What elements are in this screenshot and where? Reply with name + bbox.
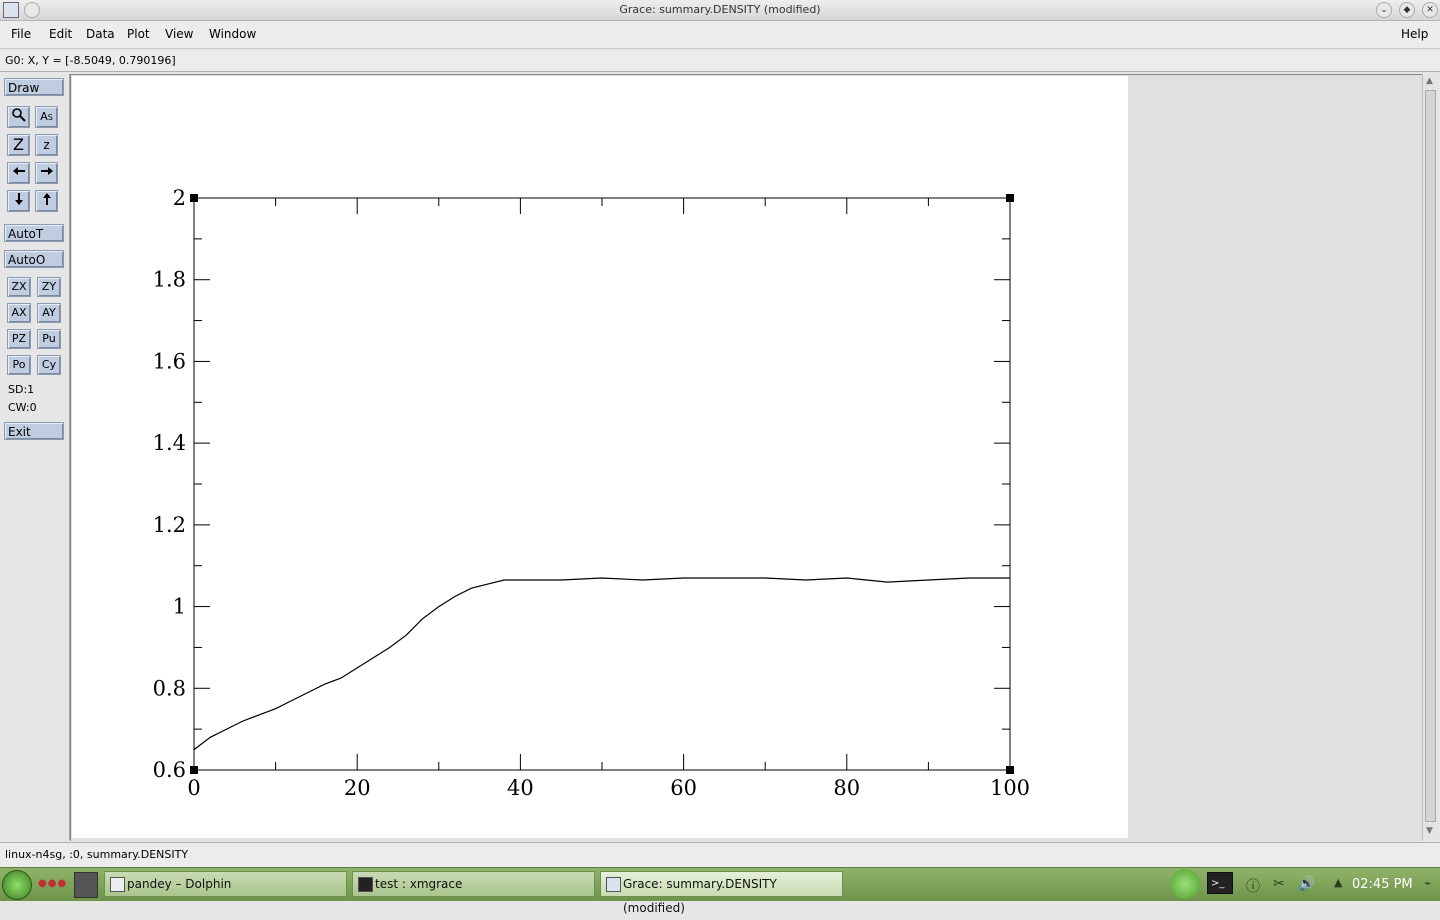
grace-icon [606,877,621,892]
selection-handle [190,194,198,202]
clock: 02:45 PM [1352,877,1413,892]
task-grace[interactable]: Grace: summary.DENSITY (modified) [600,871,843,915]
x-tick-label: 20 [344,776,371,800]
x-tick-label: 100 [990,776,1030,800]
menu-help[interactable]: Help [1401,27,1428,41]
y-tick-label: 0.6 [153,758,186,782]
series-line [193,577,1010,751]
y-tick-label: 1 [173,595,186,619]
y-tick-label: 1.6 [153,349,186,373]
show-desktop-icon[interactable] [74,872,98,898]
tray-expand-icon[interactable]: ▲ [1334,876,1342,889]
selection-handle [190,766,198,774]
volume-icon[interactable]: 🔊 [1298,876,1315,892]
current-world-label: CW:0 [8,401,37,414]
cursor-location: G0: X, Y = [-8.5049, 0.790196] [5,54,176,67]
plot-frame [193,197,1011,771]
maximize-button[interactable]: ◆ [1399,2,1415,18]
window-title: Grace: summary.DENSITY (modified) [619,3,821,16]
left-toolbar: Draw AS Z z AutoT AutoO ZX ZY AX AY PZ P… [0,74,70,840]
menubar: File Edit Data Plot View Window Help [0,21,1440,49]
task-label: test : xmgrace [375,877,463,891]
text-edit-icon[interactable]: AS [35,106,58,128]
ay-button[interactable]: AY [37,303,61,323]
selection-handle [1006,194,1014,202]
task-label: pandey – Dolphin [127,877,232,891]
vertical-scrollbar[interactable]: ▲ ▼ [1422,74,1439,840]
minimize-button[interactable]: ⌄ [1376,2,1392,18]
selection-handle [1006,766,1014,774]
menu-edit[interactable]: Edit [49,27,72,41]
task-dolphin[interactable]: pandey – Dolphin [104,871,347,897]
draw-button[interactable]: Draw [4,78,64,96]
stack-depth-label: SD:1 [8,383,35,396]
scroll-thumb[interactable] [1425,90,1436,822]
menu-data[interactable]: Data [86,27,115,41]
panel-menu-icon[interactable]: ⌁ [1424,876,1431,890]
exit-button[interactable]: Exit [4,422,64,440]
ax-button[interactable]: AX [7,303,31,323]
y-tick-label: 0.8 [153,676,186,700]
info-icon[interactable]: ⓘ [1246,876,1260,896]
dolphin-icon [110,877,125,892]
autot-button[interactable]: AutoT [4,224,64,242]
density-plot[interactable]: 0 20 40 60 80 100 0.6 0.8 1 1.2 1.4 1.6 1.8 2 [72,76,1128,838]
close-button[interactable]: ✕ [1422,2,1438,18]
menu-window[interactable]: Window [209,27,256,41]
start-menu-icon[interactable] [2,870,32,900]
y-tick-label: 1.2 [153,513,186,537]
zy-button[interactable]: ZY [37,277,61,297]
arrow-right-icon[interactable] [35,162,58,184]
clipboard-scissors-icon[interactable]: ✂ [1273,876,1285,892]
plot-page[interactable]: 0 20 40 60 80 100 0.6 0.8 1 1.2 1.4 1.6 1.8 2 [72,76,1128,838]
x-tick-label: 0 [187,776,200,800]
location-bar: G0: X, Y = [-8.5049, 0.790196] [0,50,1440,72]
scroll-down-icon[interactable]: ▼ [1426,826,1433,836]
arrow-up-icon[interactable] [35,190,58,212]
y-tick-label: 1.4 [153,431,186,455]
task-terminal[interactable]: test : xmgrace [352,871,595,897]
menu-view[interactable]: View [165,27,193,41]
window-titlebar: Grace: summary.DENSITY (modified) ⌄ ◆ ✕ [0,0,1440,21]
arrow-down-icon[interactable] [7,190,30,212]
zoom-icon[interactable] [7,106,30,128]
menu-file[interactable]: File [11,27,31,41]
zoom-out-icon[interactable]: z [35,134,58,156]
zoom-in-icon[interactable]: Z [7,134,30,156]
x-tick-label: 80 [833,776,860,800]
po-button[interactable]: Po [7,355,31,375]
autoo-button[interactable]: AutoO [4,250,64,268]
cy-button[interactable]: Cy [37,355,61,375]
taskbar: ●●● pandey – Dolphin test : xmgrace Grac… [0,867,1440,915]
terminal-launcher-icon[interactable]: >_ [1207,872,1233,894]
pz-button[interactable]: PZ [7,329,31,349]
status-text: linux-n4sg, :0, summary.DENSITY [5,848,189,861]
update-notifier-icon[interactable] [1170,869,1200,899]
zx-button[interactable]: ZX [7,277,31,297]
terminal-icon [358,877,373,892]
y-tick-label: 2 [173,186,186,210]
pager-icon[interactable]: ●●● [38,878,67,889]
menu-plot[interactable]: Plot [127,27,150,41]
scroll-up-icon[interactable]: ▲ [1426,76,1433,86]
y-tick-label: 1.8 [153,268,186,292]
arrow-left-icon[interactable] [7,162,30,184]
x-tick-label: 60 [670,776,697,800]
pu-button[interactable]: Pu [37,329,61,349]
task-label: Grace: summary.DENSITY (modified) [623,877,777,915]
x-tick-label: 40 [507,776,534,800]
status-bar: linux-n4sg, :0, summary.DENSITY [0,842,1440,867]
